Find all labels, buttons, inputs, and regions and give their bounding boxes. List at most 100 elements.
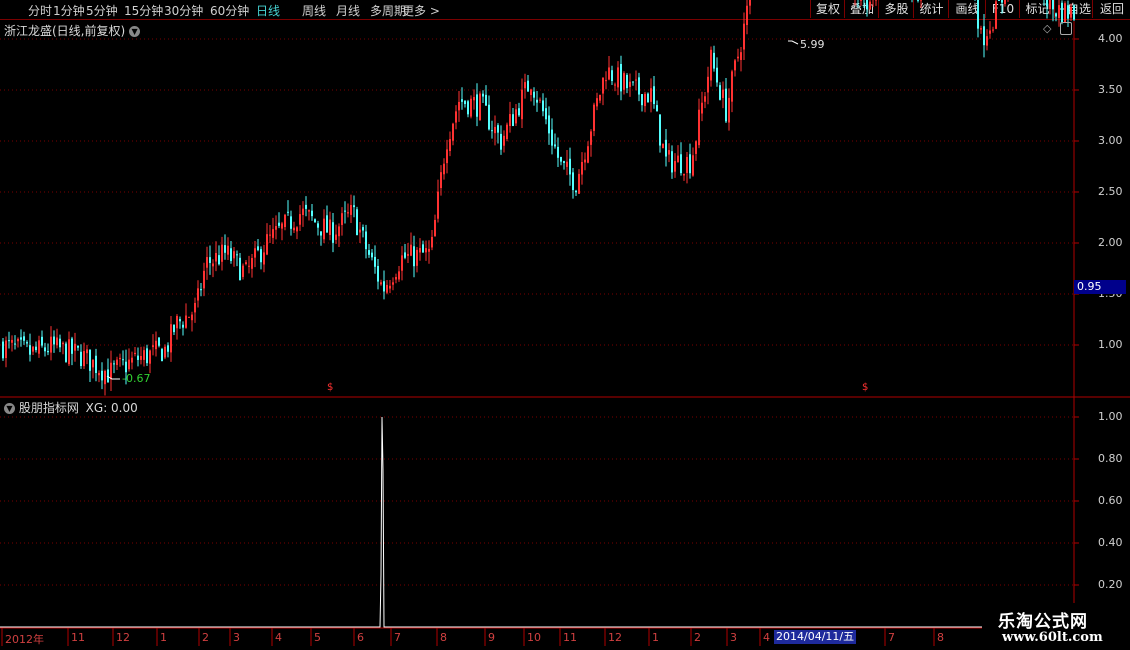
candle-body: [2, 341, 4, 359]
candle-body: [605, 80, 607, 82]
candle-body: [473, 97, 475, 101]
candle-body: [362, 227, 364, 231]
candle-body: [380, 282, 382, 285]
candle-body: [131, 357, 133, 363]
candle-body: [80, 351, 82, 367]
indicator-value: XG: 0.00: [85, 401, 138, 415]
candle-body: [272, 229, 274, 238]
event-marker[interactable]: $: [862, 382, 868, 393]
candle-body: [260, 249, 262, 263]
candle-body: [227, 245, 229, 255]
candle-body: [71, 338, 73, 354]
indicator-name: 股朋指标网: [18, 401, 79, 415]
candle-body: [146, 348, 148, 364]
candle-body: [407, 253, 409, 256]
candle-body: [158, 337, 160, 346]
candle-body: [410, 244, 412, 256]
candle-body: [44, 347, 46, 352]
candle-body: [164, 346, 166, 358]
candle-body: [218, 255, 220, 265]
candle-body: [680, 154, 682, 174]
candle-body: [608, 67, 610, 80]
candle-body: [167, 345, 169, 352]
date-tick-label: 9: [488, 631, 495, 644]
candle-body: [917, 0, 919, 1]
chevron-down-icon[interactable]: ▼: [129, 26, 141, 37]
kline-chart[interactable]: [0, 0, 1130, 650]
date-tick-label: 3: [233, 631, 240, 644]
candle-body: [518, 108, 520, 116]
candle-body: [194, 302, 196, 313]
candle-body: [650, 88, 652, 102]
candle-body: [248, 265, 250, 267]
candle-body: [128, 359, 130, 370]
candle-body: [392, 282, 394, 285]
candle-body: [506, 124, 508, 140]
candle-body: [671, 151, 673, 173]
candle-body: [113, 363, 115, 365]
candle-body: [725, 88, 727, 122]
candle-body: [575, 190, 577, 193]
candle-body: [551, 129, 553, 146]
candle-body: [353, 205, 355, 208]
candle-body: [83, 351, 85, 367]
candle-body: [263, 252, 265, 265]
candle-body: [182, 324, 184, 328]
candle-body: [446, 149, 448, 164]
price-tick-label: 2.00: [1098, 236, 1123, 249]
candle-body: [536, 99, 538, 103]
candle-body: [155, 340, 157, 350]
candle-body: [722, 89, 724, 98]
layout-toggle-icon[interactable]: [1060, 22, 1072, 35]
candle-body: [707, 76, 709, 93]
candle-body: [719, 85, 721, 100]
candle-body: [638, 77, 640, 95]
candle-body: [596, 98, 598, 107]
candle-body: [458, 101, 460, 111]
candle-body: [566, 161, 568, 167]
candle-body: [188, 316, 190, 318]
candle-body: [731, 71, 733, 102]
candle-body: [368, 250, 370, 255]
candle-body: [26, 342, 28, 344]
date-tick-label: 12: [608, 631, 622, 644]
diamond-icon[interactable]: ◇: [1043, 22, 1051, 35]
candle-body: [62, 342, 64, 345]
candle-body: [698, 109, 700, 146]
candle-body: [254, 248, 256, 258]
candle-body: [14, 343, 16, 345]
candle-body: [1004, 0, 1006, 5]
candle-body: [470, 98, 472, 117]
candle-body: [995, 1, 997, 29]
candle-body: [716, 67, 718, 83]
candle-body: [95, 355, 97, 373]
candle-body: [317, 223, 319, 228]
candle-body: [341, 213, 343, 225]
date-tick-label: 6: [357, 631, 364, 644]
chevron-down-icon[interactable]: ▼: [4, 403, 15, 414]
candle-body: [740, 52, 742, 60]
candle-body: [308, 210, 310, 212]
candle-body: [359, 229, 361, 233]
candle-body: [224, 245, 226, 253]
candle-body: [338, 226, 340, 237]
candle-body: [530, 89, 532, 96]
candle-body: [587, 146, 589, 163]
candle-body: [185, 315, 187, 328]
candle-body: [989, 30, 991, 34]
candle-body: [1067, 5, 1069, 19]
candle-body: [593, 104, 595, 131]
candle-body: [539, 99, 541, 101]
candle-body: [1049, 0, 1051, 10]
candle-body: [683, 173, 685, 176]
candle-body: [497, 125, 499, 133]
candle-body: [617, 67, 619, 88]
candle-body: [257, 246, 259, 251]
event-marker[interactable]: $: [327, 382, 333, 393]
candle-body: [209, 257, 211, 263]
candle-body: [287, 211, 289, 213]
candle-body: [200, 289, 202, 291]
candle-body: [662, 143, 664, 148]
candle-body: [980, 28, 982, 30]
candle-body: [299, 214, 301, 225]
